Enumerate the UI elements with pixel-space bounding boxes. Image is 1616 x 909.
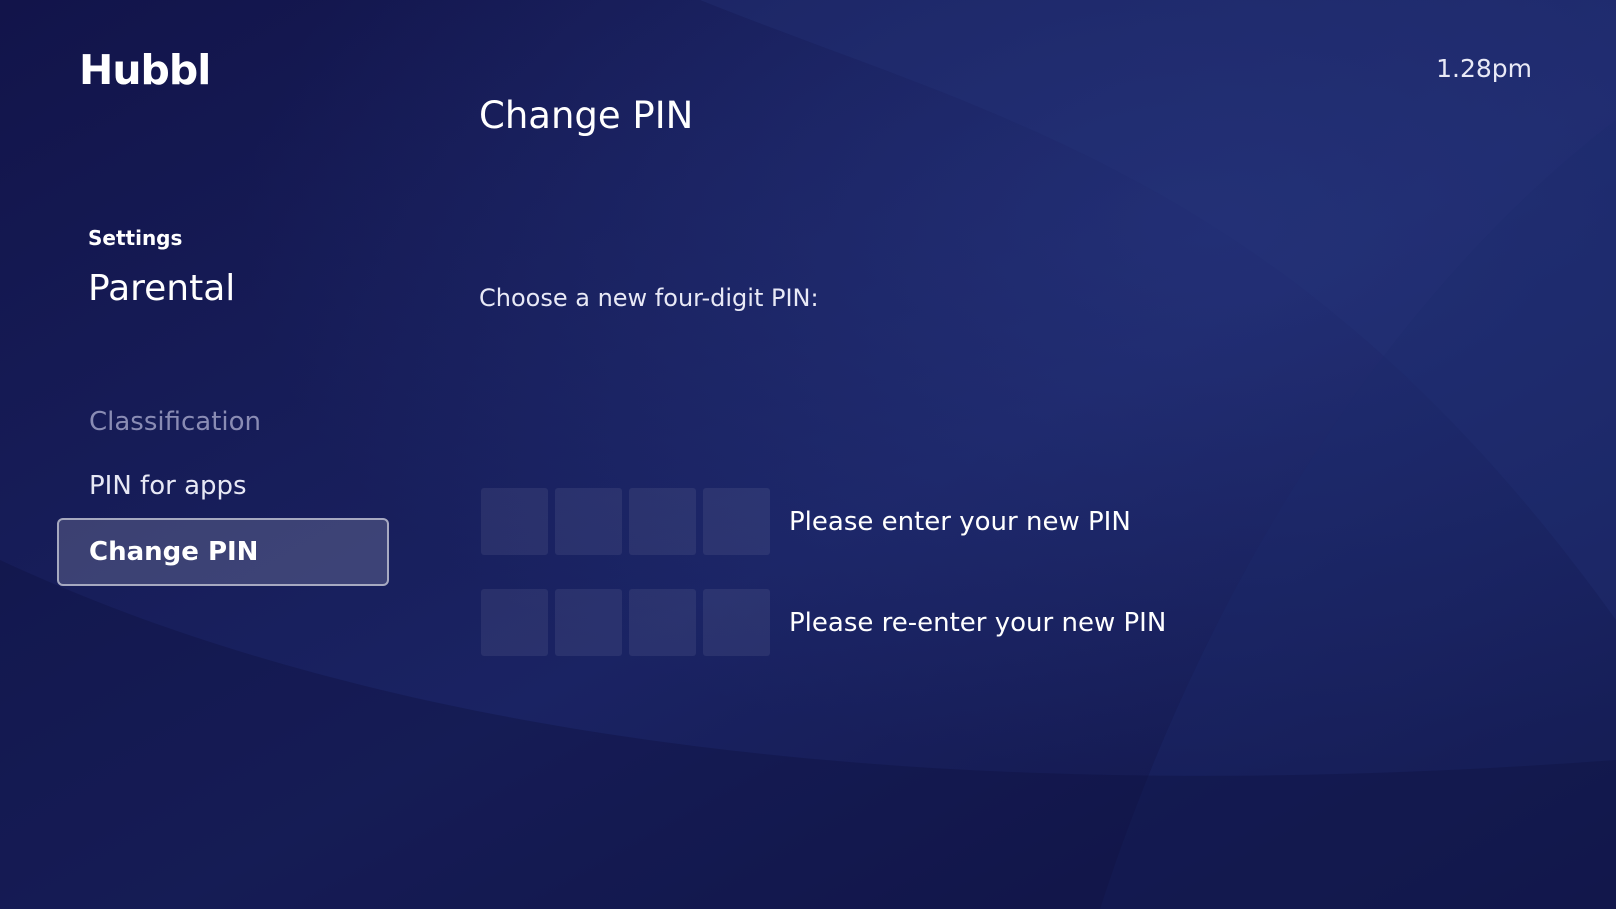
confirm-pin-row: Please re-enter your new PIN <box>481 589 1166 656</box>
new-pin-digit-3[interactable] <box>629 488 696 555</box>
pin-prompt: Choose a new four-digit PIN: <box>479 284 819 312</box>
new-pin-digit-2[interactable] <box>555 488 622 555</box>
new-pin-label: Please enter your new PIN <box>789 506 1131 537</box>
breadcrumb: Settings <box>88 226 183 250</box>
hubbl-logo: Hubbl <box>79 46 211 94</box>
new-pin-digit-1[interactable] <box>481 488 548 555</box>
new-pin-digit-4[interactable] <box>703 488 770 555</box>
sidebar-item-classification[interactable]: Classification <box>57 390 389 454</box>
confirm-pin-digit-2[interactable] <box>555 589 622 656</box>
clock: 1.28pm <box>1436 54 1532 83</box>
new-pin-row: Please enter your new PIN <box>481 488 1131 555</box>
sidebar-menu: Classification PIN for apps Change PIN <box>57 390 389 586</box>
section-title: Parental <box>88 268 236 309</box>
sidebar-item-change-pin[interactable]: Change PIN <box>57 518 389 586</box>
confirm-pin-label: Please re-enter your new PIN <box>789 607 1167 638</box>
confirm-pin-digit-3[interactable] <box>629 589 696 656</box>
confirm-pin-digit-4[interactable] <box>703 589 770 656</box>
sidebar-item-pin-for-apps[interactable]: PIN for apps <box>57 454 389 518</box>
confirm-pin-digit-1[interactable] <box>481 589 548 656</box>
page-title: Change PIN <box>479 94 694 137</box>
